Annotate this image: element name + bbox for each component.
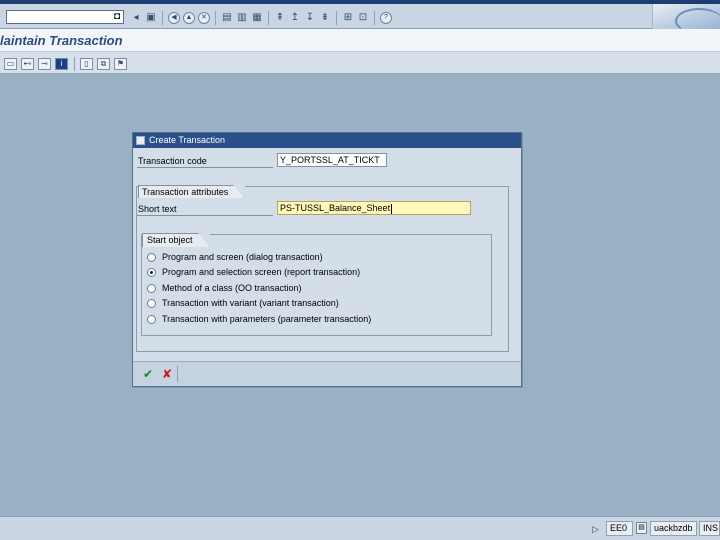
hierarchy-icon[interactable]: ⊷ — [21, 58, 34, 70]
system-toolbar-icons: ◂ ▣ ◀ ▲ ✕ ▤ ▥ ▦ ⇞ ↥ ↧ ⇟ ⊞ ⊡ ? — [130, 10, 395, 25]
short-text-value: PS-TUSSL_Balance_Sheet — [280, 203, 391, 213]
cancel-x-icon[interactable]: ✘ — [160, 368, 174, 381]
status-bar: ▷ EE0 ▤ uackbzdb INS — [0, 516, 720, 540]
toolbar-separator — [374, 10, 375, 25]
transaction-code-label: Transaction code — [138, 156, 207, 166]
cancel-icon[interactable]: ✕ — [198, 11, 210, 24]
text-cursor — [391, 203, 393, 214]
application-toolbar: ▭ ⊷ ⊸ i ▯ ⧉ ⚑ — [0, 52, 720, 74]
toolbar-separator — [215, 10, 216, 25]
previous-page-icon[interactable]: ↥ — [289, 12, 301, 24]
label-underline — [137, 215, 273, 216]
back-arrow-icon[interactable]: ◂ — [130, 12, 142, 24]
transaction-code-input[interactable]: Y_PORTSSL_AT_TICKT — [277, 153, 387, 167]
radio-option-oo[interactable]: Method of a class (OO transaction) — [147, 282, 302, 294]
toolbar-separator — [336, 10, 337, 25]
title-bar: laintain Transaction — [0, 29, 720, 52]
save-icon[interactable]: ▣ — [145, 12, 157, 24]
radio-option-variant[interactable]: Transaction with variant (variant transa… — [147, 297, 339, 309]
copy-icon[interactable]: ⧉ — [97, 58, 110, 70]
system-toolbar: ◘ ◂ ▣ ◀ ▲ ✕ ▤ ▥ ▦ ⇞ ↥ ↧ ⇟ ⊞ ⊡ ? — [0, 4, 720, 34]
toolbar-separator — [162, 10, 163, 25]
radio-label: Method of a class (OO transaction) — [162, 283, 302, 293]
system-id: EE0 — [606, 521, 633, 536]
command-enter-icon[interactable]: ◘ — [110, 10, 124, 24]
dialog-footer: ✔ ✘ — [133, 361, 521, 386]
dialog-title: Create Transaction — [149, 135, 226, 145]
command-field[interactable] — [6, 10, 124, 24]
radio-label: Program and screen (dialog transaction) — [162, 252, 323, 262]
application-toolbar-icons: ▭ ⊷ ⊸ i ▯ ⧉ ⚑ — [4, 57, 131, 71]
host-name: uackbzdb — [650, 521, 697, 536]
toolbar-separator — [74, 57, 75, 71]
radio-button[interactable] — [147, 283, 156, 293]
radio-option-parameter[interactable]: Transaction with parameters (parameter t… — [147, 313, 371, 325]
session-icon[interactable]: ▤ — [636, 522, 647, 534]
dialog-window-icon — [136, 136, 145, 145]
delete-icon[interactable]: ▯ — [80, 58, 93, 70]
page-title: laintain Transaction — [0, 33, 123, 48]
test-icon[interactable]: ⚑ — [114, 58, 127, 70]
start-object-tab: Start object — [142, 233, 210, 247]
radio-label: Transaction with parameters (parameter t… — [162, 314, 372, 324]
new-session-icon[interactable]: ⊞ — [342, 12, 354, 24]
radio-button[interactable] — [147, 314, 156, 324]
radio-option-report[interactable]: Program and selection screen (report tra… — [147, 266, 360, 278]
transaction-attributes-tab: Transaction attributes — [138, 185, 246, 198]
radio-label: Program and selection screen (report tra… — [162, 267, 361, 277]
radio-button[interactable] — [147, 252, 156, 262]
radio-button[interactable] — [147, 298, 156, 308]
find-icon[interactable]: ▥ — [236, 12, 248, 24]
dialog-title-bar[interactable]: Create Transaction — [133, 133, 521, 148]
create-transaction-dialog: Create Transaction Transaction code Y_PO… — [132, 132, 522, 387]
print-icon[interactable]: ▤ — [221, 12, 233, 24]
back-icon[interactable]: ◀ — [168, 11, 180, 24]
navigation-icon[interactable]: ⊸ — [38, 58, 51, 70]
radio-label: Transaction with variant (variant transa… — [162, 298, 339, 308]
shortcut-icon[interactable]: ⊡ — [357, 12, 369, 24]
short-text-label: Short text — [138, 204, 177, 214]
display-object-list-icon[interactable]: ▭ — [4, 58, 17, 70]
continue-check-icon[interactable]: ✔ — [141, 368, 155, 381]
radio-button-selected[interactable] — [147, 267, 156, 277]
next-page-icon[interactable]: ↧ — [304, 12, 316, 24]
exit-icon[interactable]: ▲ — [183, 11, 195, 24]
info-icon[interactable]: i — [55, 58, 68, 70]
status-expand-icon[interactable]: ▷ — [592, 523, 602, 535]
radio-option-dialog[interactable]: Program and screen (dialog transaction) — [147, 251, 323, 263]
short-text-input[interactable]: PS-TUSSL_Balance_Sheet — [277, 201, 471, 215]
toolbar-separator — [268, 10, 269, 25]
label-underline — [137, 167, 273, 168]
last-page-icon[interactable]: ⇟ — [319, 12, 331, 24]
find-next-icon[interactable]: ▦ — [251, 12, 263, 24]
help-icon[interactable]: ? — [380, 11, 392, 24]
footer-separator — [177, 366, 178, 382]
input-mode[interactable]: INS — [699, 521, 720, 536]
first-page-icon[interactable]: ⇞ — [274, 12, 286, 24]
